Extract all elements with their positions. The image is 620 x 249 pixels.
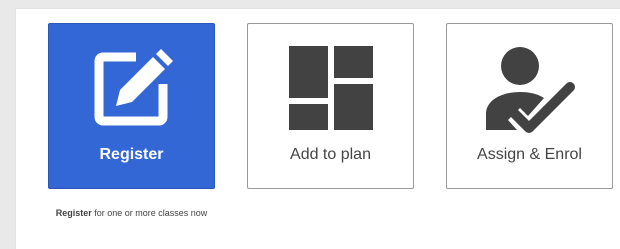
register-caption-text: for one or more classes now [91,208,208,218]
edit-square-icon [94,49,173,126]
register-caption: Register for one or more classes now [48,208,215,219]
person-check-icon [485,47,575,133]
dashboard-layout-icon [288,46,373,130]
register-caption-bold: Register [55,208,92,218]
add-to-plan-tile[interactable]: Add to plan [247,23,414,189]
register-label: Register [99,146,164,163]
assign-enrol-tile[interactable]: Assign & Enrol [446,23,613,189]
add-to-plan-label: Add to plan [290,146,371,163]
register-tile[interactable]: Register [48,23,215,189]
assign-enrol-label: Assign & Enrol [477,146,582,163]
